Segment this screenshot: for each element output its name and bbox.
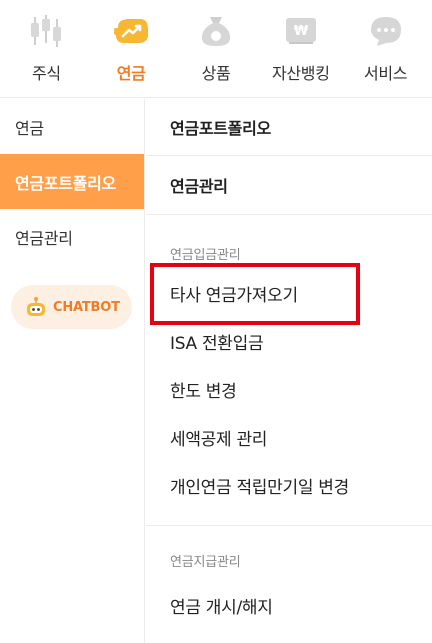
tab-label: 상품 bbox=[201, 64, 231, 83]
section-pension-portfolio[interactable]: 연금포트폴리오 bbox=[146, 99, 432, 156]
sidebar-item-pension-portfolio[interactable]: 연금포트폴리오 bbox=[0, 154, 144, 209]
piggy-bank-icon bbox=[111, 11, 151, 51]
menu-item-transfer-other-pension[interactable]: 타사 연금가져오기 bbox=[146, 269, 432, 317]
chatbot-label: CHATBOT bbox=[53, 299, 120, 315]
tab-products[interactable]: 상품 bbox=[174, 0, 259, 84]
main-panel: 연금포트폴리오 연금관리 연금입금관리 타사 연금가져오기 ISA 전환입금 한… bbox=[146, 99, 432, 643]
chatbot-button[interactable]: CHATBOT bbox=[11, 285, 132, 329]
tab-label: 연금 bbox=[116, 64, 146, 83]
tab-label: 자산뱅킹 bbox=[271, 64, 330, 83]
robot-icon bbox=[25, 296, 47, 318]
tab-stocks[interactable]: 주식 bbox=[4, 0, 89, 84]
tab-asset-banking[interactable]: ₩ 자산뱅킹 bbox=[258, 0, 343, 84]
menu-item-limit-change[interactable]: 한도 변경 bbox=[146, 365, 432, 413]
candlestick-chart-icon bbox=[26, 11, 66, 51]
top-tab-bar: 주식 연금 상품 ₩ 자산뱅킹 서비스 bbox=[0, 0, 432, 98]
tab-label: 서비스 bbox=[363, 64, 408, 83]
section-pension-manage[interactable]: 연금관리 bbox=[146, 156, 432, 215]
group-title-payout: 연금지급관리 bbox=[170, 554, 241, 570]
sidebar-item-pension[interactable]: 연금 bbox=[0, 99, 144, 154]
tab-pension[interactable]: 연금 bbox=[89, 0, 174, 84]
sidebar-item-pension-manage[interactable]: 연금관리 bbox=[0, 209, 144, 264]
bank-card-won-icon: ₩ bbox=[281, 11, 321, 51]
menu-item-maturity-change[interactable]: 개인연금 적립만기일 변경 bbox=[146, 461, 432, 509]
money-bag-icon bbox=[196, 11, 236, 51]
menu-item-isa-transfer[interactable]: ISA 전환입금 bbox=[146, 317, 432, 365]
tab-label: 주식 bbox=[31, 64, 61, 83]
svg-text:₩: ₩ bbox=[294, 24, 309, 39]
speech-bubble-icon bbox=[366, 11, 406, 51]
menu-item-tax-credit[interactable]: 세액공제 관리 bbox=[146, 413, 432, 461]
menu-item-pension-start-cancel[interactable]: 연금 개시/해지 bbox=[146, 581, 432, 629]
tab-services[interactable]: 서비스 bbox=[343, 0, 428, 84]
sidebar: 연금 연금포트폴리오 연금관리 CHATBOT bbox=[0, 99, 145, 643]
group-title-deposit: 연금입금관리 bbox=[170, 247, 241, 263]
